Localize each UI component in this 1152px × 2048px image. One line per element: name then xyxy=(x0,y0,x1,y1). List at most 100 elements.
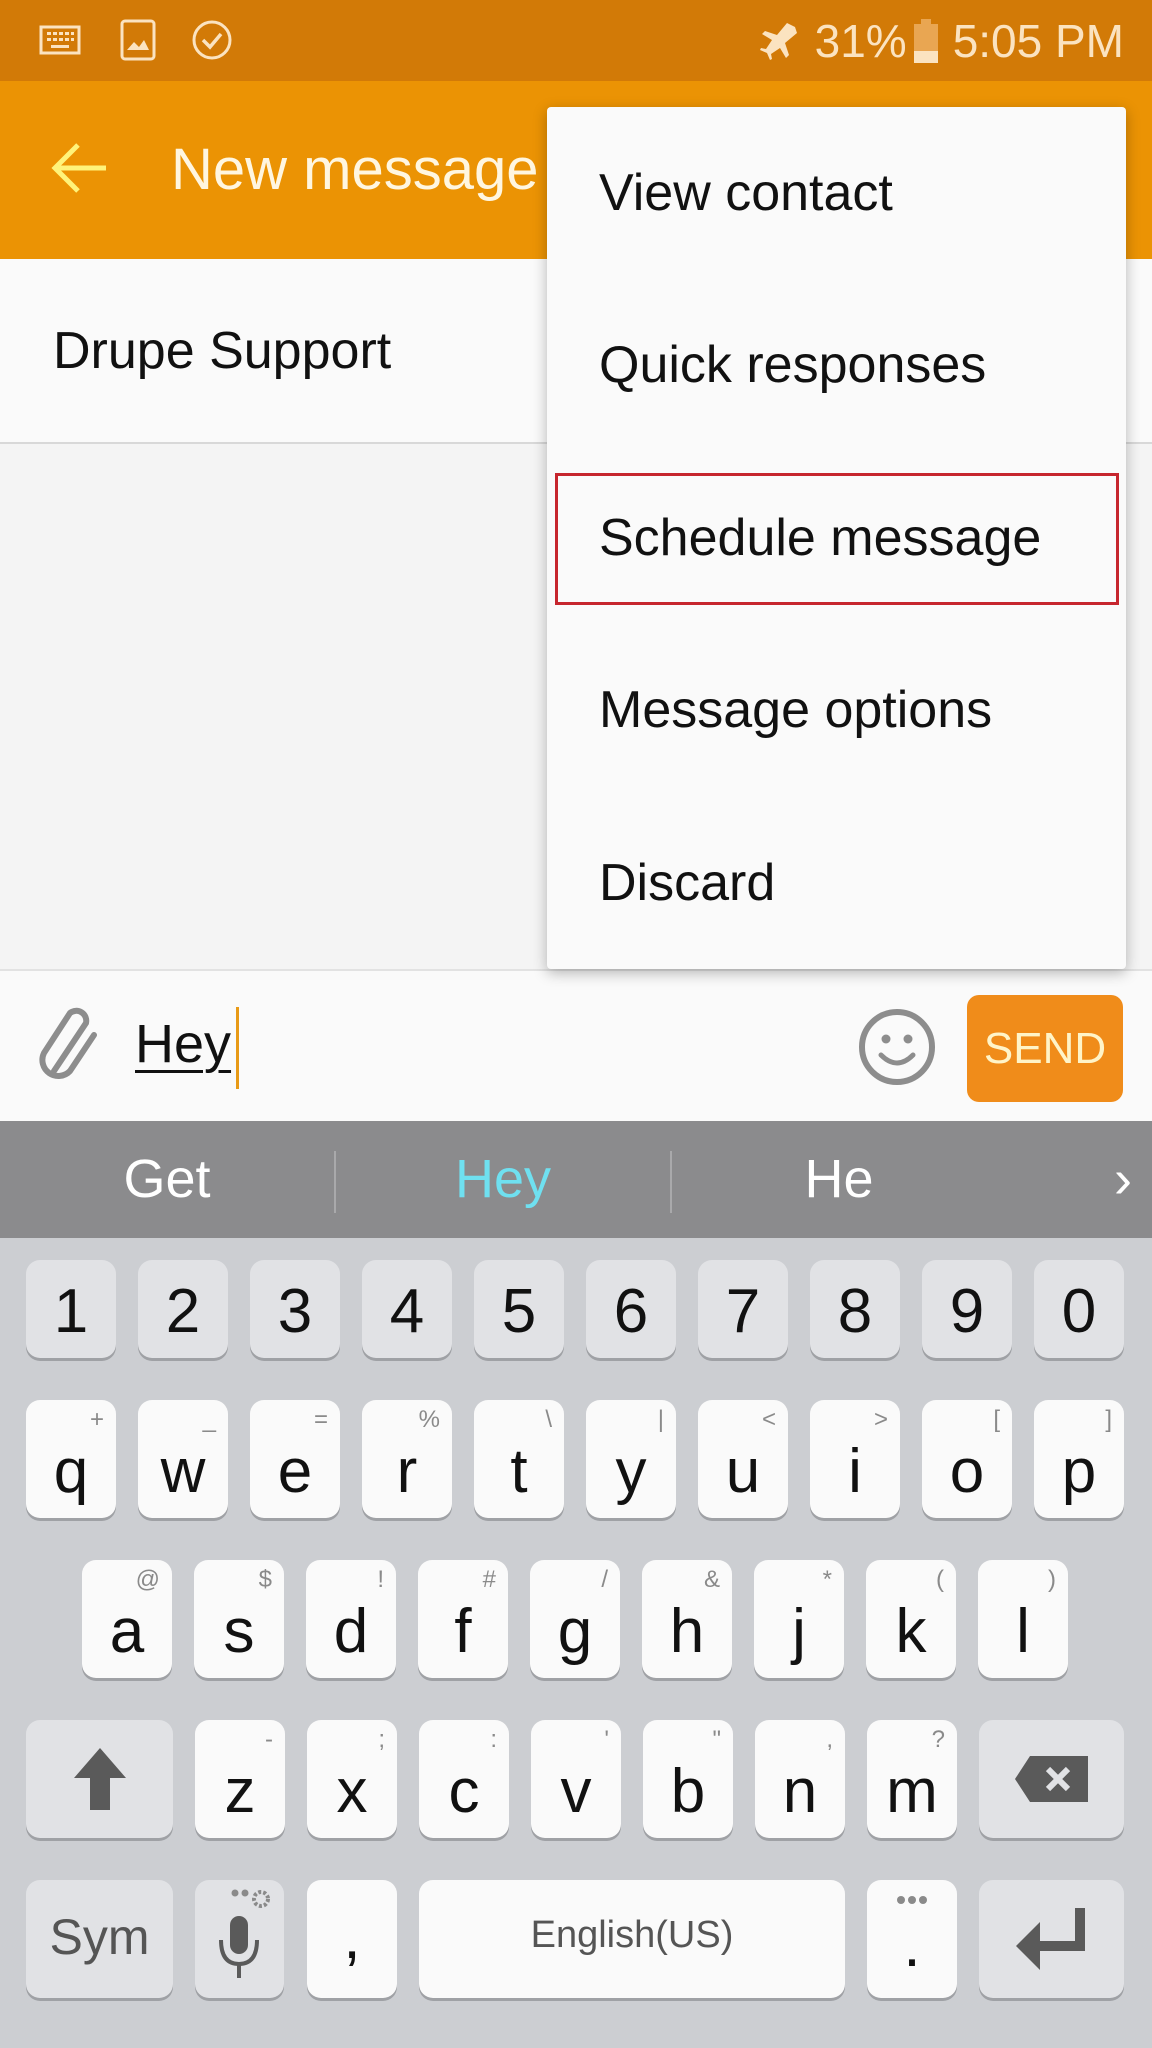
menu-item-message-options[interactable]: Message options xyxy=(547,624,1126,796)
key-label: o xyxy=(949,1437,985,1506)
page-title: New message xyxy=(171,137,539,202)
key-a[interactable]: a @ xyxy=(82,1560,172,1678)
shift-arrow-icon xyxy=(73,1748,126,1810)
image-icon xyxy=(120,19,156,61)
key-s[interactable]: s $ xyxy=(194,1560,284,1678)
key-label: q xyxy=(53,1437,89,1506)
key-hint: ( xyxy=(936,1566,944,1593)
comma-key[interactable]: , xyxy=(307,1880,397,1998)
chevron-right-icon[interactable]: › xyxy=(1114,1121,1132,1238)
key-hint: - xyxy=(265,1726,273,1753)
key-hint: $ xyxy=(258,1566,272,1593)
compose-bar: Hey SEND xyxy=(0,969,1152,1121)
key-x[interactable]: x; xyxy=(307,1720,397,1838)
key-r[interactable]: r% xyxy=(362,1400,452,1518)
key-1[interactable]: 1 xyxy=(26,1260,116,1358)
key-c[interactable]: c: xyxy=(419,1720,509,1838)
smiley-icon[interactable] xyxy=(857,1007,937,1087)
mic-key[interactable] xyxy=(195,1880,284,1998)
key-5[interactable]: 5 xyxy=(474,1260,564,1358)
key-p[interactable]: p] xyxy=(1034,1400,1124,1518)
backspace-key[interactable] xyxy=(979,1720,1124,1838)
back-arrow-icon[interactable] xyxy=(44,133,114,203)
key-hint: & xyxy=(703,1566,720,1593)
keyboard-icon xyxy=(39,25,81,55)
key-g[interactable]: g / xyxy=(530,1560,620,1678)
suggestion-item[interactable]: He xyxy=(672,1121,1006,1238)
send-button[interactable]: SEND xyxy=(967,995,1123,1102)
key-label: n xyxy=(782,1757,818,1826)
shift-key[interactable] xyxy=(26,1720,173,1838)
key-f[interactable]: f # xyxy=(418,1560,508,1678)
key-e[interactable]: e = xyxy=(250,1400,340,1518)
key-label: b xyxy=(670,1757,706,1826)
key-v[interactable]: v ' xyxy=(531,1720,621,1838)
key-h[interactable]: h & xyxy=(642,1560,732,1678)
key-t[interactable]: t \ xyxy=(474,1400,564,1518)
enter-key[interactable] xyxy=(979,1880,1124,1998)
menu-item-discard[interactable]: Discard xyxy=(547,797,1126,969)
key-label: f xyxy=(454,1597,472,1666)
key-label: 1 xyxy=(53,1277,89,1346)
key-u[interactable]: u < xyxy=(698,1400,788,1518)
paperclip-icon[interactable] xyxy=(34,1001,106,1091)
key-o[interactable]: o[ xyxy=(922,1400,1012,1518)
key-label: p xyxy=(1061,1437,1097,1506)
menu-item-view-contact[interactable]: View contact xyxy=(547,107,1126,279)
key-hint: : xyxy=(490,1726,497,1753)
key-i[interactable]: i > xyxy=(810,1400,900,1518)
key-n[interactable]: n, xyxy=(755,1720,845,1838)
microphone-icon xyxy=(219,1889,270,1978)
key-hint: = xyxy=(313,1406,328,1433)
key-label: 4 xyxy=(389,1277,425,1346)
key-d[interactable]: d! xyxy=(306,1560,396,1678)
key-j[interactable]: j * xyxy=(754,1560,844,1678)
key-hint: ] xyxy=(1105,1406,1112,1433)
status-bar: 31% 5:05 PM xyxy=(0,0,1152,81)
key-label: 0 xyxy=(1061,1277,1097,1346)
message-input[interactable]: Hey xyxy=(135,999,231,1089)
key-7[interactable]: 7 xyxy=(698,1260,788,1358)
key-z[interactable]: z- xyxy=(195,1720,285,1838)
key-2[interactable]: 2 xyxy=(138,1260,228,1358)
suggestion-item-selected[interactable]: Hey xyxy=(336,1121,670,1238)
key-label: x xyxy=(336,1757,368,1826)
space-key[interactable]: English(US) xyxy=(419,1880,845,1998)
overflow-menu: View contact Quick responses Schedule me… xyxy=(547,107,1126,969)
key-6[interactable]: 6 xyxy=(586,1260,676,1358)
key-label: m xyxy=(886,1757,938,1826)
key-3[interactable]: 3 xyxy=(250,1260,340,1358)
key-label: 6 xyxy=(613,1277,649,1346)
key-4[interactable]: 4 xyxy=(362,1260,452,1358)
key-b[interactable]: b " xyxy=(643,1720,733,1838)
period-key[interactable]: . xyxy=(867,1880,957,1998)
key-label: l xyxy=(1016,1597,1030,1666)
key-y[interactable]: y | xyxy=(586,1400,676,1518)
recipient-name: Drupe Support xyxy=(53,322,392,380)
key-label: k xyxy=(895,1597,927,1666)
key-label: g xyxy=(557,1597,593,1666)
key-8[interactable]: 8 xyxy=(810,1260,900,1358)
suggestion-item[interactable]: Get xyxy=(0,1121,334,1238)
key-label: z xyxy=(224,1757,256,1826)
key-label: t xyxy=(510,1437,528,1506)
key-hint: @ xyxy=(135,1566,160,1593)
key-w[interactable]: w _ xyxy=(138,1400,228,1518)
menu-item-quick-responses[interactable]: Quick responses xyxy=(547,279,1126,451)
key-label: e xyxy=(277,1437,313,1506)
key-l[interactable]: l) xyxy=(978,1560,1068,1678)
key-label: i xyxy=(848,1437,862,1506)
key-label: v xyxy=(560,1757,592,1826)
key-hint: ! xyxy=(377,1566,384,1593)
key-label: s xyxy=(223,1597,255,1666)
sym-key[interactable]: Sym xyxy=(26,1880,173,1998)
key-label: y xyxy=(615,1437,647,1506)
key-9[interactable]: 9 xyxy=(922,1260,1012,1358)
key-hint: > xyxy=(873,1406,888,1433)
key-label: h xyxy=(669,1597,705,1666)
battery-percent: 31% xyxy=(814,14,907,67)
key-k[interactable]: k( xyxy=(866,1560,956,1678)
key-q[interactable]: q + xyxy=(26,1400,116,1518)
key-0[interactable]: 0 xyxy=(1034,1260,1124,1358)
key-m[interactable]: m? xyxy=(867,1720,957,1838)
